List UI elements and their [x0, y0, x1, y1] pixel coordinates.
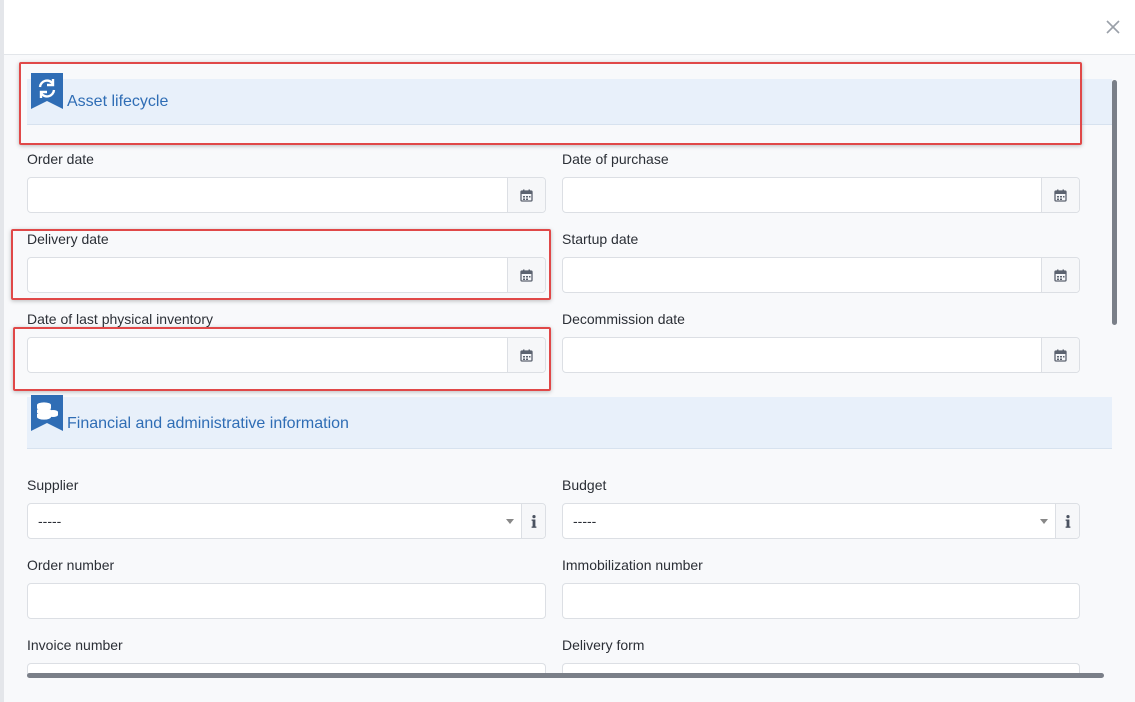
startup-date-label: Startup date [562, 231, 639, 247]
decommission-date-input[interactable] [563, 338, 1042, 372]
calendar-icon [520, 189, 533, 202]
startup-date-calendar-button[interactable] [1041, 258, 1079, 292]
delivery-date-calendar-button[interactable] [507, 258, 545, 292]
last-inventory-date-label: Date of last physical inventory [27, 311, 213, 327]
calendar-icon [1054, 189, 1067, 202]
section-title: Asset lifecycle [67, 93, 169, 110]
decommission-date-field [562, 337, 1080, 373]
refresh-bookmark-icon [31, 73, 63, 109]
supplier-field: ----- [27, 503, 546, 539]
info-icon [1065, 514, 1070, 528]
chevron-down-icon [1040, 519, 1048, 524]
startup-date-field [562, 257, 1080, 293]
delivery-date-field [27, 257, 546, 293]
calendar-icon [520, 269, 533, 282]
budget-field: ----- [562, 503, 1080, 539]
order-number-field [27, 583, 546, 619]
budget-label: Budget [562, 477, 607, 493]
calendar-icon [520, 349, 533, 362]
invoice-number-label: Invoice number [27, 637, 123, 653]
close-icon[interactable] [1104, 18, 1122, 36]
date-of-purchase-label: Date of purchase [562, 151, 669, 167]
immobilization-number-field [562, 583, 1080, 619]
delivery-date-label: Delivery date [27, 231, 109, 247]
order-number-input[interactable] [28, 584, 545, 618]
immobilization-number-input[interactable] [563, 584, 1079, 618]
coins-bookmark-icon [31, 395, 63, 431]
calendar-icon [1054, 349, 1067, 362]
info-icon [531, 514, 536, 528]
horizontal-scrollbar-thumb[interactable] [27, 673, 1104, 678]
section-financial-info: Financial and administrative information [27, 395, 1112, 449]
delivery-date-input[interactable] [28, 258, 508, 292]
budget-info-button[interactable] [1055, 504, 1079, 538]
supplier-label: Supplier [27, 477, 79, 493]
startup-date-input[interactable] [563, 258, 1042, 292]
section-title: Financial and administrative information [67, 415, 349, 432]
decommission-date-calendar-button[interactable] [1041, 338, 1079, 372]
last-inventory-date-field [27, 337, 546, 373]
order-date-field [27, 177, 546, 213]
supplier-info-button[interactable] [521, 504, 545, 538]
order-date-calendar-button[interactable] [507, 178, 545, 212]
chevron-down-icon [506, 519, 514, 524]
last-inventory-date-input[interactable] [28, 338, 508, 372]
section-asset-lifecycle: Asset lifecycle [27, 73, 1112, 125]
supplier-select[interactable]: ----- [28, 504, 522, 538]
modal-header [4, 0, 1135, 55]
date-of-purchase-field [562, 177, 1080, 213]
calendar-icon [1054, 269, 1067, 282]
order-date-label: Order date [27, 151, 94, 167]
delivery-form-label: Delivery form [562, 637, 645, 653]
date-of-purchase-calendar-button[interactable] [1041, 178, 1079, 212]
decommission-date-label: Decommission date [562, 311, 685, 327]
budget-select[interactable]: ----- [563, 504, 1056, 538]
order-number-label: Order number [27, 557, 115, 573]
last-inventory-date-calendar-button[interactable] [507, 338, 545, 372]
immobilization-number-label: Immobilization number [562, 557, 703, 573]
date-of-purchase-input[interactable] [563, 178, 1042, 212]
order-date-input[interactable] [28, 178, 508, 212]
vertical-scrollbar-thumb[interactable] [1112, 80, 1117, 325]
